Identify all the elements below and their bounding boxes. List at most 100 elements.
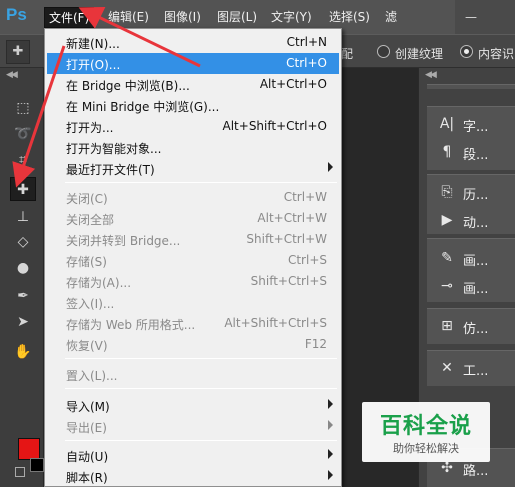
menu-item-label: 打开为智能对象...: [66, 142, 162, 156]
menu-item-new[interactable]: 新建(N)... Ctrl+N: [47, 32, 339, 53]
menu-item-automate[interactable]: 自动(U): [47, 445, 339, 466]
panel-brush[interactable]: ✎ 画...: [427, 245, 515, 271]
menu-item-open-smart-object[interactable]: 打开为智能对象...: [47, 137, 339, 158]
menu-select[interactable]: 选择(S): [325, 7, 374, 28]
actions-panel-icon: ▶: [441, 212, 453, 228]
menu-item-close-go-bridge[interactable]: 关闭并转到 Bridge... Shift+Ctrl+W: [47, 229, 339, 250]
panel-tool-presets[interactable]: ✕ 工...: [427, 355, 515, 381]
panel-group-clone: ⊞ 仿...: [427, 308, 515, 344]
collapse-panels-icon[interactable]: ◀◀: [425, 70, 437, 80]
bandage-icon: ✚: [12, 44, 24, 59]
create-texture-radio[interactable]: [377, 45, 390, 58]
menu-item-close[interactable]: 关闭(C) Ctrl+W: [47, 187, 339, 208]
menu-item-label: 存储(S): [66, 255, 107, 269]
foreground-color-swatch[interactable]: [18, 438, 40, 460]
default-colors-icon[interactable]: [15, 467, 25, 477]
menu-item-open[interactable]: 打开(O)... Ctrl+O: [47, 53, 339, 74]
submenu-arrow-icon: [328, 470, 333, 480]
menu-item-label: 打开为...: [66, 121, 114, 135]
panel-history[interactable]: ⎘ 历...: [427, 179, 515, 205]
menu-item-label: 关闭全部: [66, 213, 115, 227]
menu-type[interactable]: 文字(Y): [267, 7, 316, 28]
menu-separator: [65, 358, 337, 359]
menu-item-save-for-web[interactable]: 存储为 Web 所用格式... Alt+Shift+Ctrl+S: [47, 313, 339, 334]
menu-item-label: 存储为(A)...: [66, 276, 132, 290]
menu-edit[interactable]: 编辑(E): [104, 7, 153, 28]
menu-item-shortcut: Alt+Ctrl+W: [257, 211, 327, 225]
collapse-toolbox-icon[interactable]: ◀◀: [6, 70, 18, 80]
photoshop-logo: Ps: [6, 5, 27, 24]
menu-item-export[interactable]: 导出(E): [47, 416, 339, 437]
pen-tool-icon[interactable]: ✒: [10, 284, 36, 308]
menu-item-label: 打开(O)...: [66, 58, 121, 72]
marquee-tool-icon[interactable]: ⬚: [10, 96, 36, 120]
menu-item-browse-mini-bridge[interactable]: 在 Mini Bridge 中浏览(G)...: [47, 95, 339, 116]
menu-item-shortcut: Ctrl+S: [287, 253, 327, 267]
panel-label: 画...: [463, 254, 489, 269]
menu-item-check-in[interactable]: 签入(I)...: [47, 292, 339, 313]
menu-item-browse-bridge[interactable]: 在 Bridge 中浏览(B)... Alt+Ctrl+O: [47, 74, 339, 95]
menu-item-label: 存储为 Web 所用格式...: [66, 318, 196, 332]
panel-group-tool-presets: ✕ 工...: [427, 350, 515, 386]
hand-tool-icon[interactable]: ✋: [10, 340, 36, 364]
panel-paragraph[interactable]: ¶ 段...: [427, 139, 515, 165]
panel-label: 历...: [463, 188, 489, 203]
menu-file[interactable]: 文件(F): [44, 7, 95, 28]
menu-item-label: 签入(I)...: [66, 297, 115, 311]
menu-item-close-all[interactable]: 关闭全部 Alt+Ctrl+W: [47, 208, 339, 229]
menu-layer[interactable]: 图层(L): [213, 7, 261, 28]
watermark-logo: 百科全说 助你轻松解决: [362, 402, 490, 462]
panel-label: 路...: [463, 464, 489, 479]
menu-item-label: 导入(M): [66, 400, 110, 414]
menu-item-shortcut: F12: [304, 337, 327, 351]
panel-label: 工...: [463, 364, 489, 379]
menu-item-label: 自动(U): [66, 450, 109, 464]
panel-character[interactable]: A| 字...: [427, 111, 515, 137]
panel-label: 字...: [463, 120, 489, 135]
menu-item-shortcut: Shift+Ctrl+W: [246, 232, 327, 246]
menu-item-scripts[interactable]: 脚本(R): [47, 466, 339, 487]
minimize-button[interactable]: —: [465, 10, 477, 24]
panel-label: 画...: [463, 282, 489, 297]
panel-actions[interactable]: ▶ 动...: [427, 207, 515, 233]
menu-filter[interactable]: 滤: [381, 7, 401, 28]
watermark-subtitle: 助你轻松解决: [393, 442, 459, 455]
menu-item-save-as[interactable]: 存储为(A)... Shift+Ctrl+S: [47, 271, 339, 292]
path-selection-tool-icon[interactable]: ➤: [10, 310, 36, 334]
lasso-tool-icon[interactable]: ➰: [10, 122, 36, 146]
menu-item-save[interactable]: 存储(S) Ctrl+S: [47, 250, 339, 271]
clone-stamp-tool-icon[interactable]: ⊥: [10, 205, 36, 229]
content-aware-label: 内容识: [478, 47, 515, 61]
menu-item-label: 在 Bridge 中浏览(B)...: [66, 79, 190, 93]
blur-tool-icon[interactable]: ●: [10, 256, 36, 280]
eraser-tool-icon[interactable]: ◇: [10, 230, 36, 254]
submenu-arrow-icon: [328, 162, 333, 172]
panel-label: 段...: [463, 148, 489, 163]
background-color-swatch[interactable]: [30, 458, 44, 472]
content-aware-radio[interactable]: [460, 45, 473, 58]
healing-brush-tool-icon[interactable]: ✚: [10, 177, 36, 201]
crop-tool-icon[interactable]: ⌗: [10, 148, 36, 172]
menu-item-label: 关闭并转到 Bridge...: [66, 234, 181, 248]
menu-item-import[interactable]: 导入(M): [47, 395, 339, 416]
menu-item-label: 导出(E): [66, 421, 107, 435]
menu-item-label: 恢复(V): [66, 339, 108, 353]
panel-clone-source[interactable]: ⊞ 仿...: [427, 313, 515, 339]
toolbox: ◀◀ ⬚ ➰ ⌗ ✚ ⊥ ◇ ● ✒ ➤ ✋: [0, 68, 44, 487]
panel-brush-presets[interactable]: ⊸ 画...: [427, 273, 515, 299]
menu-item-revert[interactable]: 恢复(V) F12: [47, 334, 339, 355]
tool-preset-picker[interactable]: ✚: [6, 40, 30, 64]
menu-image[interactable]: 图像(I): [160, 7, 205, 28]
menu-item-label: 置入(L)...: [66, 369, 118, 383]
menu-item-label: 最近打开文件(T): [66, 163, 155, 177]
menu-item-open-as[interactable]: 打开为... Alt+Shift+Ctrl+O: [47, 116, 339, 137]
submenu-arrow-icon: [328, 399, 333, 409]
file-menu-dropdown: 新建(N)... Ctrl+N 打开(O)... Ctrl+O 在 Bridge…: [44, 28, 342, 487]
menu-item-shortcut: Alt+Ctrl+O: [259, 77, 327, 91]
menu-item-place[interactable]: 置入(L)...: [47, 364, 339, 385]
menu-item-recent-files[interactable]: 最近打开文件(T): [47, 158, 339, 179]
brush-panel-icon: ✎: [441, 250, 453, 266]
menu-item-label: 关闭(C): [66, 192, 108, 206]
menu-separator: [65, 440, 337, 441]
menu-item-label: 在 Mini Bridge 中浏览(G)...: [66, 100, 220, 114]
